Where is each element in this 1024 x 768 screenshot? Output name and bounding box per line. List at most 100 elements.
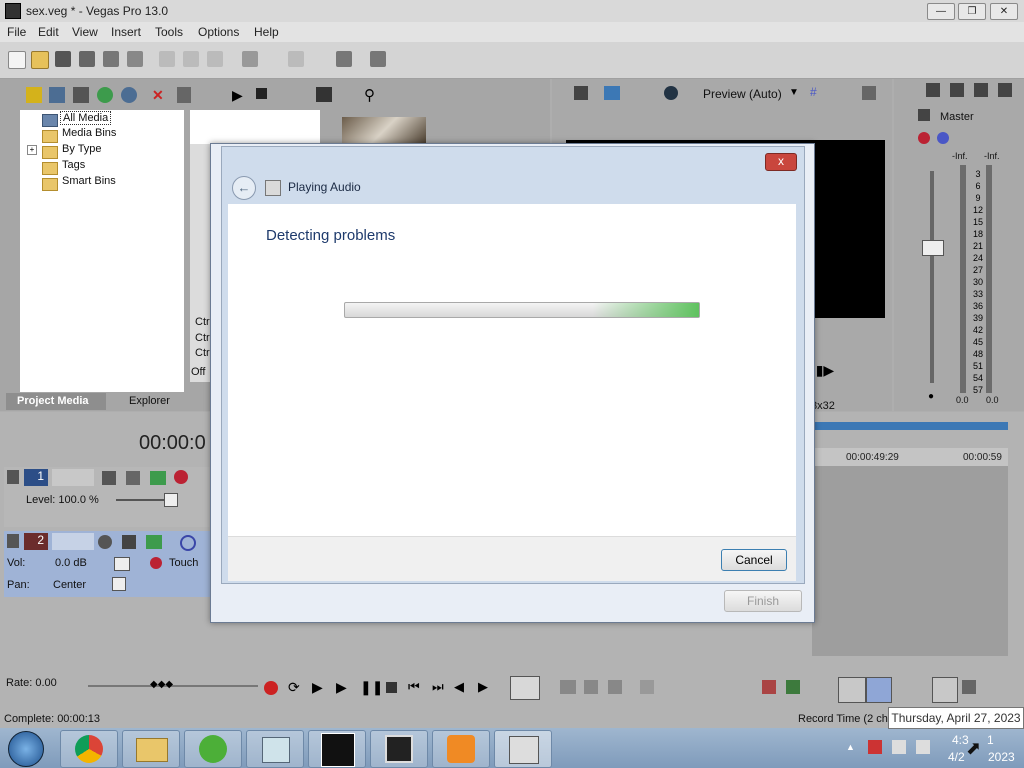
track-motion-icon[interactable] (102, 471, 116, 485)
selection-tool-icon[interactable] (584, 680, 598, 694)
search-media-icon[interactable] (121, 87, 137, 103)
previous-frame-icon[interactable]: ◀ (454, 679, 464, 695)
pause-icon[interactable]: ❚❚ (360, 679, 383, 696)
play-icon[interactable]: ▶ (336, 679, 347, 696)
track-settings-icon[interactable] (174, 470, 188, 484)
normal-edit-tool-icon[interactable] (510, 676, 540, 700)
ignore-grouping-icon[interactable] (962, 680, 976, 694)
master-mute-icon[interactable] (937, 132, 949, 144)
capture-icon[interactable] (73, 87, 89, 103)
tray-expand-icon[interactable]: ▲ (846, 742, 855, 752)
import-icon[interactable] (49, 87, 65, 103)
chrome-taskbar-item[interactable] (60, 730, 118, 768)
tree-smart-bins[interactable]: Smart Bins (62, 175, 116, 187)
close-button[interactable]: ✕ (990, 3, 1018, 20)
volume-muted-icon[interactable] (916, 740, 930, 754)
network-icon[interactable] (892, 740, 906, 754)
menu-view[interactable]: View (72, 25, 98, 39)
mixer-properties-icon[interactable] (998, 83, 1012, 97)
timeline-ruler[interactable]: 00:00:49:29 00:00:59 (812, 448, 1008, 466)
finish-button[interactable]: Finish (724, 590, 802, 612)
record-arm-icon[interactable] (98, 535, 112, 549)
go-to-start-icon[interactable]: ⏮ (408, 679, 420, 695)
video-track-header[interactable]: 1 Level: 100.0 % (4, 467, 210, 527)
app-taskbar-item[interactable] (308, 730, 366, 768)
cut-icon[interactable] (159, 51, 175, 67)
track-composite-icon[interactable] (126, 471, 140, 485)
views-icon[interactable] (316, 87, 332, 102)
redo-icon[interactable] (288, 51, 304, 67)
help-icon[interactable] (370, 51, 386, 67)
zoom-search-icon[interactable]: ⚲ (364, 86, 375, 104)
preview-settings-icon[interactable] (574, 86, 588, 100)
tree-all-media[interactable]: All Media (60, 111, 112, 125)
clock-date[interactable]: 4/2 (948, 750, 965, 764)
track-fx-icon[interactable] (146, 535, 162, 549)
loop-icon[interactable]: ⟳ (288, 679, 300, 696)
expand-by-type-icon[interactable]: + (27, 145, 37, 155)
pan-slider[interactable] (112, 577, 126, 591)
clock-date-end[interactable]: 2023 (988, 750, 1015, 764)
tab-explorer[interactable]: Explorer (129, 395, 170, 407)
grid-icon[interactable]: # (810, 85, 826, 101)
level-slider[interactable] (164, 493, 178, 507)
new-file-icon[interactable] (8, 51, 26, 69)
open-folder-icon[interactable] (31, 51, 49, 69)
lightning-icon[interactable] (26, 87, 42, 103)
record-icon[interactable] (264, 681, 278, 695)
media-player-taskbar-item[interactable] (432, 730, 490, 768)
web-icon[interactable] (97, 87, 113, 103)
mute-icon[interactable] (180, 535, 196, 551)
back-arrow-icon[interactable]: ← (232, 176, 256, 200)
timeline-loop-bar[interactable] (812, 422, 1008, 430)
delete-icon[interactable] (640, 680, 654, 694)
menu-help[interactable]: Help (254, 25, 279, 39)
properties-icon[interactable] (127, 51, 143, 67)
volume-slider[interactable] (114, 557, 130, 571)
rate-slider[interactable]: ◆◆◆ (150, 679, 173, 690)
paste-icon[interactable] (207, 51, 223, 67)
stop-icon[interactable] (386, 682, 397, 693)
master-fader[interactable] (922, 240, 944, 256)
marker-icon[interactable] (762, 680, 776, 694)
chevron-down-icon[interactable]: ▼ (789, 87, 799, 98)
track-menu-icon[interactable] (7, 470, 19, 484)
maximize-button[interactable]: ❐ (958, 3, 986, 20)
zoom-tool-icon[interactable] (608, 680, 622, 694)
track-name-field[interactable] (52, 469, 94, 486)
tree-tags[interactable]: Tags (62, 159, 85, 171)
tree-by-type[interactable]: By Type (62, 143, 102, 155)
minimize-button[interactable]: — (927, 3, 955, 20)
master-fx-icon[interactable] (918, 132, 930, 144)
tree-media-bins[interactable]: Media Bins (62, 127, 116, 139)
menu-edit[interactable]: Edit (38, 25, 59, 39)
menu-file[interactable]: File (7, 25, 26, 39)
copy-snapshot-icon[interactable] (862, 86, 876, 100)
play-icon[interactable]: ▶ (232, 87, 243, 104)
automation-mode[interactable]: Touch (169, 557, 198, 569)
copy-icon[interactable] (183, 51, 199, 67)
start-button[interactable] (8, 731, 44, 767)
action-center-icon[interactable] (868, 740, 882, 754)
menu-options[interactable]: Options (198, 25, 239, 39)
explorer-taskbar-item[interactable] (122, 730, 180, 768)
audio-track-header[interactable]: 2 Vol: 0.0 dB Touch Pan: Center (4, 531, 210, 597)
preview-quality-dropdown[interactable]: Preview (Auto) (703, 87, 782, 101)
track-fx-icon[interactable] (150, 471, 166, 485)
track-lanes[interactable] (812, 466, 1008, 656)
clock-time-end[interactable]: 1 (987, 733, 994, 747)
track-menu-icon[interactable] (7, 534, 19, 548)
lock-icon[interactable]: ● (928, 391, 934, 402)
tab-project-media[interactable]: Project Media (6, 393, 106, 410)
koala-thumbnail[interactable] (342, 117, 426, 144)
cancel-button[interactable]: Cancel (721, 549, 787, 571)
utorrent-taskbar-item[interactable] (184, 730, 242, 768)
mixer-downmix-icon[interactable] (950, 83, 964, 97)
play-from-start-icon[interactable]: ▶ (312, 679, 323, 696)
troubleshooter-taskbar-item[interactable] (494, 730, 552, 768)
save-icon[interactable] (55, 51, 71, 67)
auto-crossfade-icon[interactable] (866, 677, 892, 703)
lock-envelopes-icon[interactable] (932, 677, 958, 703)
go-to-end-icon[interactable]: ⏭ (432, 679, 444, 695)
track-mixer-icon[interactable] (122, 535, 136, 549)
